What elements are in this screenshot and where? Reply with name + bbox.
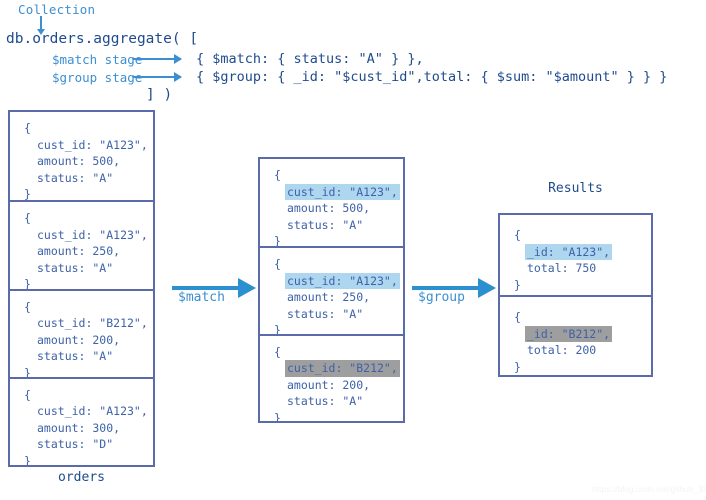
document-field-line: _id: "A123", bbox=[525, 243, 613, 260]
document-field: amount: 250, bbox=[37, 244, 121, 259]
document-open-brace: { bbox=[514, 228, 521, 242]
document-field: amount: 500, bbox=[287, 201, 371, 215]
document-field-line: amount: 200, bbox=[285, 377, 372, 394]
document-field: amount: 200, bbox=[287, 377, 371, 392]
document-field-line: status: "A" bbox=[35, 260, 115, 277]
document-close-brace: } bbox=[24, 365, 31, 377]
document-field: cust_id: "A123", bbox=[37, 137, 148, 152]
document-field: total: 200 bbox=[527, 343, 597, 357]
document-cell: { cust_id: "A123", amount: 500, status: "A"… bbox=[10, 112, 153, 200]
document-field-line: status: "A" bbox=[285, 217, 365, 234]
document-cell: { _id: "B212", total: 200} bbox=[500, 295, 651, 375]
code-line-aggregate: db.orders.aggregate( [ bbox=[6, 31, 199, 47]
watermark: https://blog.csdn.net/github_33885296 bbox=[592, 484, 706, 494]
document-close-brace: } bbox=[24, 453, 31, 465]
document-field: cust_id: "A123", bbox=[285, 183, 400, 200]
document-cell: { cust_id: "A123", amount: 250, status: "A"… bbox=[10, 200, 153, 289]
document-cell: { cust_id: "A123", amount: 500, status: "A"… bbox=[260, 159, 403, 246]
document-open-brace: { bbox=[24, 387, 31, 402]
document-field-line: status: "A" bbox=[35, 170, 115, 187]
document-cell: { cust_id: "B212", amount: 200, status: "A"… bbox=[10, 288, 153, 377]
code-line-closing: ] ) bbox=[146, 87, 173, 103]
collection-pointer-arrow-icon bbox=[37, 16, 45, 35]
document-field-line: cust_id: "A123", bbox=[35, 403, 150, 420]
document-cell: { cust_id: "B212", amount: 200, status: "A"… bbox=[260, 333, 403, 421]
document-open-brace: { bbox=[514, 310, 521, 324]
document-field-line: amount: 250, bbox=[35, 243, 122, 260]
document-field-line: cust_id: "A123", bbox=[35, 137, 150, 154]
document-cell: { cust_id: "A123", amount: 300, status: "D"… bbox=[10, 376, 153, 465]
document-field: status: "A" bbox=[287, 306, 364, 321]
results-box: { _id: "A123", total: 750} { _id: "B212", tot… bbox=[498, 213, 653, 377]
document-field-line: cust_id: "A123", bbox=[285, 272, 400, 290]
document-field: _id: "B212", bbox=[525, 325, 613, 342]
document-cell: { _id: "A123", total: 750} bbox=[500, 215, 651, 295]
document-field-line: cust_id: "A123", bbox=[285, 183, 400, 200]
document-field-line: status: "D" bbox=[35, 436, 115, 453]
document-field-line: _id: "B212", bbox=[525, 325, 613, 342]
document-close-brace: } bbox=[274, 410, 281, 421]
document-open-brace: { bbox=[24, 121, 31, 135]
document-field: cust_id: "A123", bbox=[37, 227, 148, 242]
document-field: cust_id: "A123", bbox=[37, 404, 148, 419]
document-field-line: amount: 500, bbox=[285, 200, 372, 217]
match-stage-arrow-icon bbox=[133, 54, 182, 64]
code-line-group-stage: { $group: { _id: "$cust_id",total: { $su… bbox=[196, 69, 668, 85]
document-field-line: total: 200 bbox=[525, 342, 598, 359]
document-open-brace: { bbox=[274, 344, 281, 359]
document-field: status: "A" bbox=[37, 349, 114, 363]
document-open-brace: { bbox=[274, 257, 281, 272]
document-close-brace: } bbox=[514, 359, 521, 374]
document-field-line: status: "A" bbox=[285, 306, 365, 323]
document-field-line: amount: 300, bbox=[35, 420, 122, 437]
document-field-line: total: 750 bbox=[525, 260, 598, 277]
document-field: cust_id: "B212", bbox=[37, 316, 148, 330]
document-close-brace: } bbox=[514, 277, 521, 292]
match-pipeline-label: $match bbox=[178, 290, 225, 305]
code-line-match-stage: { $match: { status: "A" } }, bbox=[196, 51, 424, 67]
document-field: cust_id: "A123", bbox=[285, 272, 400, 290]
document-field-line: status: "A" bbox=[35, 348, 115, 365]
document-open-brace: { bbox=[24, 211, 31, 226]
document-field-line: amount: 250, bbox=[285, 289, 372, 306]
document-field-line: cust_id: "B212", bbox=[285, 360, 400, 377]
document-field: status: "D" bbox=[37, 437, 114, 452]
document-field: status: "A" bbox=[37, 170, 114, 185]
document-field-line: amount: 200, bbox=[35, 332, 122, 349]
document-close-brace: } bbox=[24, 277, 31, 289]
document-field: _id: "A123", bbox=[525, 243, 613, 260]
document-close-brace: } bbox=[274, 234, 281, 247]
document-open-brace: { bbox=[24, 299, 31, 314]
results-caption: Results bbox=[548, 181, 603, 196]
document-field-line: cust_id: "A123", bbox=[35, 227, 150, 244]
document-field: status: "A" bbox=[287, 394, 364, 409]
document-field-line: amount: 500, bbox=[35, 153, 122, 170]
orders-caption: orders bbox=[58, 470, 105, 485]
document-field: amount: 200, bbox=[37, 332, 121, 347]
match-stage-label: $match stage bbox=[52, 52, 143, 67]
document-field-line: cust_id: "B212", bbox=[35, 315, 150, 332]
document-open-brace: { bbox=[274, 168, 281, 182]
document-cell: { cust_id: "A123", amount: 250, status: "A"… bbox=[260, 246, 403, 334]
document-field: amount: 250, bbox=[287, 290, 371, 305]
document-close-brace: } bbox=[274, 323, 281, 334]
match-output-box: {cust_id: "A123", amount: 500, status: "A"… bbox=[258, 157, 405, 423]
document-close-brace: } bbox=[24, 187, 31, 201]
document-field: cust_id: "B212", bbox=[285, 360, 400, 377]
group-pipeline-label: $group bbox=[418, 290, 465, 305]
document-field: amount: 500, bbox=[37, 154, 121, 168]
orders-collection-box: { cust_id: "A123", amount: 500, status: "A"… bbox=[8, 110, 155, 467]
document-field-line: status: "A" bbox=[285, 393, 365, 410]
collection-label: Collection bbox=[18, 2, 96, 17]
group-stage-arrow-icon bbox=[133, 72, 182, 82]
group-stage-label: $group stage bbox=[52, 70, 143, 85]
document-field: status: "A" bbox=[287, 217, 364, 232]
document-field: total: 750 bbox=[527, 261, 597, 275]
document-field: status: "A" bbox=[37, 260, 114, 275]
document-field: amount: 300, bbox=[37, 420, 121, 435]
